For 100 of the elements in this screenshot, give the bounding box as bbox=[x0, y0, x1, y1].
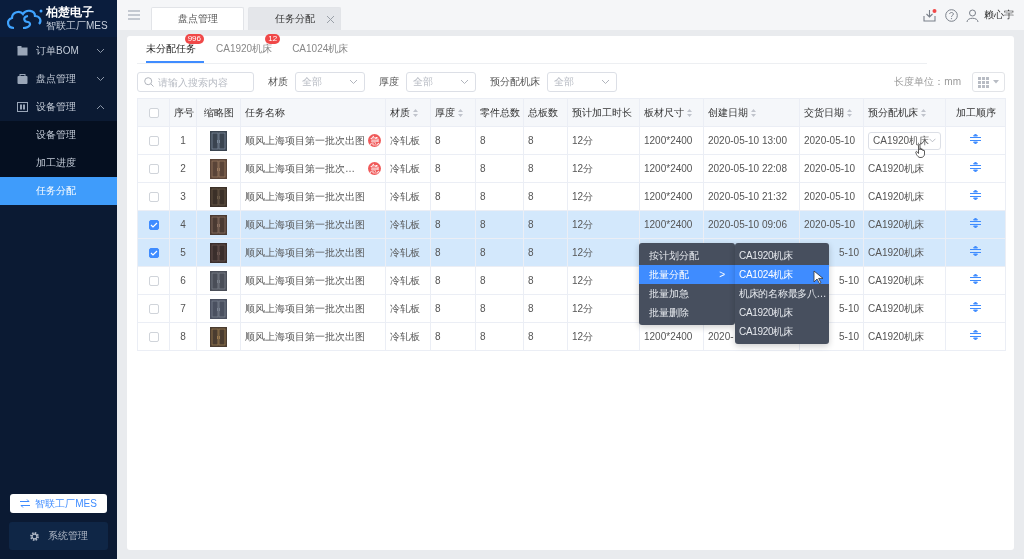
reorder-icon[interactable] bbox=[970, 274, 981, 284]
download-icon[interactable] bbox=[923, 8, 937, 22]
machine-tab[interactable]: 未分配任务 996 bbox=[146, 34, 204, 63]
hand-cursor-icon bbox=[915, 144, 926, 158]
column-header[interactable]: 材质 bbox=[390, 106, 410, 118]
table-cell: 8 bbox=[480, 162, 486, 174]
context-menu-item[interactable]: 批量加急 bbox=[639, 284, 735, 303]
table-cell: 2 bbox=[180, 162, 186, 174]
chevron-down-icon[interactable] bbox=[96, 76, 105, 82]
filter-label: 材质 bbox=[268, 75, 288, 89]
search-field[interactable]: 请输入搜索内容 bbox=[137, 72, 254, 92]
table-cell: 1200*2400 bbox=[644, 134, 693, 146]
sidebar-menu-item[interactable]: 订单BOM bbox=[0, 37, 117, 65]
machine-tab[interactable]: CA1024机床 bbox=[292, 34, 349, 63]
user-name[interactable]: 赖心宇 bbox=[984, 8, 1014, 22]
user-icon[interactable] bbox=[966, 8, 979, 22]
switch-system-button[interactable]: 智联工厂MES bbox=[10, 494, 107, 513]
brand-name: 柏楚电子 bbox=[46, 6, 95, 20]
table-cell: 8 bbox=[480, 274, 486, 286]
table-cell: 冷轧板 bbox=[390, 134, 420, 146]
table-cell: 8 bbox=[528, 246, 534, 258]
table-cell: 8 bbox=[180, 330, 186, 342]
table-cell: 7 bbox=[180, 302, 186, 314]
reorder-icon[interactable] bbox=[970, 134, 981, 144]
table-cell: 5-10 bbox=[839, 246, 859, 258]
table-cell: 8 bbox=[435, 274, 441, 286]
count-badge: 12 bbox=[265, 34, 281, 44]
column-header[interactable]: 厚度 bbox=[435, 106, 455, 118]
sort-icon[interactable] bbox=[413, 108, 418, 117]
reorder-icon[interactable] bbox=[970, 218, 981, 228]
filter-label: 预分配机床 bbox=[490, 75, 540, 89]
sidebar-menu-item[interactable]: 盘点管理 bbox=[0, 65, 117, 93]
page-tab[interactable]: 任务分配 bbox=[248, 7, 341, 30]
chevron-up-icon[interactable] bbox=[96, 104, 105, 110]
chevron-down-icon[interactable] bbox=[96, 48, 105, 54]
settings-icon bbox=[29, 530, 40, 542]
swap-icon bbox=[20, 499, 31, 508]
context-menu-item[interactable]: 按计划分配 bbox=[639, 246, 735, 265]
sort-icon[interactable] bbox=[847, 108, 852, 117]
reorder-icon[interactable] bbox=[970, 190, 981, 200]
row-checkbox[interactable] bbox=[148, 219, 159, 230]
submenu-arrow: > bbox=[719, 269, 725, 280]
sidebar-menu-item[interactable]: 设备管理 bbox=[0, 93, 117, 121]
reorder-icon[interactable] bbox=[970, 330, 981, 340]
submenu-item[interactable]: CA1920机床 bbox=[735, 246, 829, 265]
reorder-icon[interactable] bbox=[970, 246, 981, 256]
table-cell: 8 bbox=[435, 302, 441, 314]
table-cell: 8 bbox=[528, 274, 534, 286]
table-cell: 顺风上海项目第一批次出图 bbox=[245, 274, 365, 287]
menu-icon[interactable] bbox=[128, 10, 140, 20]
settings-button[interactable]: 系统管理 bbox=[9, 522, 108, 550]
table-cell: 8 bbox=[528, 302, 534, 314]
table-cell: 12分 bbox=[572, 134, 594, 146]
table-cell: 8 bbox=[528, 134, 534, 146]
sort-icon[interactable] bbox=[751, 108, 756, 117]
filter-label: 厚度 bbox=[379, 75, 399, 89]
column-header: 缩略图 bbox=[203, 106, 234, 118]
chevron-down-icon bbox=[349, 79, 358, 85]
row-checkbox[interactable] bbox=[148, 247, 159, 258]
submenu-item[interactable]: 机床的名称最多八… bbox=[735, 284, 829, 303]
brand-subtitle: 智联工厂MES bbox=[46, 19, 108, 31]
sidebar-submenu-item[interactable]: 设备管理 bbox=[0, 121, 117, 149]
sort-icon[interactable] bbox=[687, 108, 692, 117]
table-cell: 12分 bbox=[572, 302, 594, 314]
reorder-icon[interactable] bbox=[970, 302, 981, 312]
sort-icon[interactable] bbox=[458, 108, 463, 117]
table-cell: 3 bbox=[180, 190, 186, 202]
select-all-checkbox[interactable] bbox=[148, 108, 159, 119]
chevron-down-icon bbox=[601, 79, 610, 85]
column-header[interactable]: 创建日期 bbox=[708, 106, 748, 118]
table-cell: 1200*2400 bbox=[644, 218, 693, 230]
sidebar-submenu-item[interactable]: 加工进度 bbox=[0, 149, 117, 177]
context-menu-item[interactable]: 批量删除 bbox=[639, 303, 735, 322]
table-cell: 12分 bbox=[572, 190, 594, 202]
table-cell: 5-10 bbox=[839, 302, 859, 314]
machine-tab[interactable]: CA1920机床 12 bbox=[216, 34, 281, 63]
close-icon[interactable] bbox=[327, 15, 334, 23]
table-cell: 8 bbox=[528, 190, 534, 202]
help-icon[interactable] bbox=[945, 8, 958, 22]
table-cell: 6 bbox=[180, 274, 186, 286]
table-cell: 12分 bbox=[572, 162, 594, 174]
table-cell: CA1920机床 bbox=[868, 274, 925, 286]
sort-icon[interactable] bbox=[921, 108, 926, 117]
table-cell: 顺风上海项目第一批次出图 bbox=[245, 330, 365, 343]
table-cell: 2020-05-10 bbox=[804, 162, 856, 174]
column-settings-button[interactable] bbox=[972, 72, 1005, 92]
table-cell: 2020-05-10 bbox=[804, 190, 856, 202]
table-cell: 8 bbox=[480, 246, 486, 258]
table-cell: 顺风上海项目第一批次… bbox=[245, 162, 355, 175]
table-cell: 2020-05-10 13:00 bbox=[708, 134, 787, 146]
reorder-icon[interactable] bbox=[970, 162, 981, 172]
table-cell: 顺风上海项目第一批次出图 bbox=[245, 302, 365, 315]
page-tab[interactable]: 盘点管理 bbox=[151, 7, 244, 30]
submenu-item[interactable]: CA1920机床 bbox=[735, 303, 829, 322]
table-cell: 顺风上海项目第一批次出图 bbox=[245, 246, 365, 259]
table-cell: 8 bbox=[480, 330, 486, 342]
table-cell: 1 bbox=[180, 134, 186, 146]
machine-select[interactable]: CA1920机床 bbox=[868, 131, 941, 150]
table-cell: CA1920机床 bbox=[868, 162, 925, 174]
submenu-item[interactable]: CA1920机床 bbox=[735, 322, 829, 341]
